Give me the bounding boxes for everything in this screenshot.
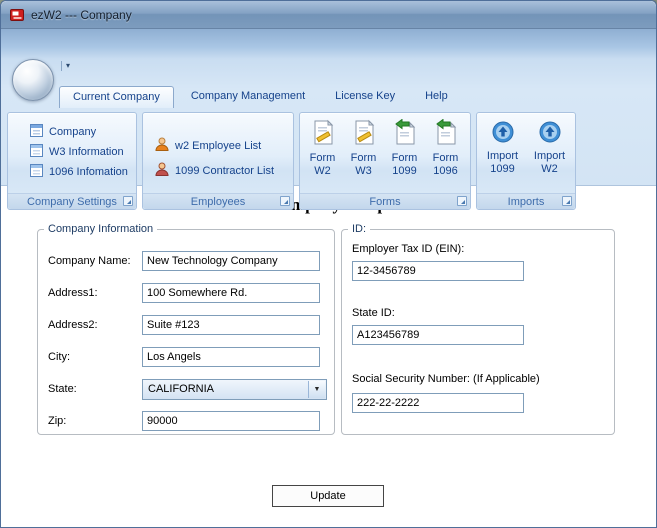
group-caption-label: Forms xyxy=(369,195,401,208)
button-label-line2: W2 xyxy=(314,165,331,177)
group-imports: Import 1099 Import W2 Imports xyxy=(476,112,576,210)
button-label-line1: Form xyxy=(309,152,336,164)
state-select-value: CALIFORNIA xyxy=(148,383,215,395)
qat-separator xyxy=(61,61,62,71)
update-button[interactable]: Update xyxy=(272,485,384,507)
tab-current-company[interactable]: Current Company xyxy=(59,86,174,108)
button-label-line2: 1099 xyxy=(490,163,515,175)
button-label-line1: Import xyxy=(486,150,519,162)
ribbon: ▾ Current Company Company Management Lic… xyxy=(1,29,656,210)
import-1099-button[interactable]: Import 1099 xyxy=(479,117,526,176)
company-setup-panel: Company Setup Company Information Compan… xyxy=(1,187,656,527)
chevron-down-icon[interactable]: ▾ xyxy=(66,62,70,70)
button-label: w2 Employee List xyxy=(175,139,262,152)
employee-person-icon xyxy=(155,137,169,154)
address2-label: Address2: xyxy=(48,319,98,331)
company-information-groupbox: Company Information Company Name: Addres… xyxy=(37,223,335,435)
dialog-launcher-icon[interactable] xyxy=(123,196,133,206)
application-orb-button[interactable] xyxy=(12,59,54,101)
group-company-settings: Company W3 Information 1096 Infomation C… xyxy=(7,112,137,210)
group-caption-label: Imports xyxy=(507,195,545,208)
tab-license-key[interactable]: License Key xyxy=(322,86,408,108)
dialog-launcher-icon[interactable] xyxy=(280,196,290,206)
chevron-down-icon[interactable]: ▼ xyxy=(308,381,325,398)
ein-label: Employer Tax ID (EIN): xyxy=(352,243,465,255)
group-caption-label: Company Settings xyxy=(27,195,117,208)
ribbon-tab-strip: Current Company Company Management Licen… xyxy=(59,86,461,108)
form-w3-button[interactable]: Form W3 xyxy=(343,117,384,178)
group-caption-company-settings: Company Settings xyxy=(8,193,136,209)
button-label-line2: 1099 xyxy=(392,165,417,177)
state-select[interactable]: CALIFORNIA ▼ xyxy=(142,379,327,400)
button-label-line2: W3 xyxy=(355,165,372,177)
import-w2-button[interactable]: Import W2 xyxy=(526,117,573,176)
w2-employee-list-button[interactable]: w2 Employee List xyxy=(143,133,293,158)
state-id-label: State ID: xyxy=(352,307,395,319)
company-information-legend: Company Information xyxy=(48,223,154,235)
id-groupbox: ID: Employer Tax ID (EIN): State ID: Soc… xyxy=(341,223,615,435)
company-name-input[interactable] xyxy=(142,251,320,271)
form-w2-button[interactable]: Form W2 xyxy=(302,117,343,178)
1096-doc-icon xyxy=(30,164,43,180)
form-page-pencil-icon xyxy=(351,119,377,152)
window-title: ezW2 --- Company xyxy=(31,8,132,22)
city-label: City: xyxy=(48,351,70,363)
group-caption-employees: Employees xyxy=(143,193,293,209)
group-caption-imports: Imports xyxy=(477,193,575,209)
group-employees: w2 Employee List 1099 Contractor List Em… xyxy=(142,112,294,210)
form-page-pencil-icon xyxy=(310,119,336,152)
title-bar: ezW2 --- Company xyxy=(1,1,656,29)
ssn-label: Social Security Number: (If Applicable) xyxy=(352,373,540,385)
ein-input[interactable] xyxy=(352,261,524,281)
state-id-input[interactable] xyxy=(352,325,524,345)
button-label-line1: Form xyxy=(432,152,459,164)
quick-access-toolbar[interactable]: ▾ xyxy=(61,61,70,71)
form-1096-button[interactable]: Form 1096 xyxy=(425,117,466,178)
tab-company-management[interactable]: Company Management xyxy=(178,86,318,108)
contractor-person-icon xyxy=(155,162,169,179)
import-arrow-icon xyxy=(538,119,562,150)
ssn-input[interactable] xyxy=(352,393,524,413)
button-label-line1: Form xyxy=(391,152,418,164)
sidebar-item-label: Company xyxy=(49,126,97,138)
id-legend: ID: xyxy=(352,223,367,235)
1099-contractor-list-button[interactable]: 1099 Contractor List xyxy=(143,158,293,183)
sidebar-item-label: W3 Information xyxy=(49,146,124,158)
button-label-line1: Form xyxy=(350,152,377,164)
w3-doc-icon xyxy=(30,144,43,160)
form-page-arrow-icon xyxy=(433,118,459,152)
button-label-line2: 1096 xyxy=(433,165,458,177)
button-label: 1099 Contractor List xyxy=(175,164,275,177)
city-input[interactable] xyxy=(142,347,320,367)
sidebar-item-1096-information[interactable]: 1096 Infomation xyxy=(8,162,136,182)
ribbon-groups: Company W3 Information 1096 Infomation C… xyxy=(7,112,576,210)
sidebar-item-w3-information[interactable]: W3 Information xyxy=(8,142,136,162)
company-doc-icon xyxy=(30,124,43,140)
zip-label: Zip: xyxy=(48,415,67,427)
group-forms: Form W2 Form W3 Form 1099 Form 1096 Form… xyxy=(299,112,471,210)
group-caption-label: Employees xyxy=(190,195,246,208)
button-label-line1: Import xyxy=(533,150,566,162)
tab-help[interactable]: Help xyxy=(412,86,461,108)
form-1099-button[interactable]: Form 1099 xyxy=(384,117,425,178)
application-window: ezW2 --- Company ▾ Current Company Compa… xyxy=(0,0,657,528)
zip-input[interactable] xyxy=(142,411,320,431)
button-label-line2: W2 xyxy=(541,163,558,175)
group-caption-forms: Forms xyxy=(300,193,470,209)
address1-label: Address1: xyxy=(48,287,98,299)
company-name-label: Company Name: xyxy=(48,255,131,267)
app-icon xyxy=(10,8,24,22)
form-page-arrow-icon xyxy=(392,118,418,152)
address2-input[interactable] xyxy=(142,315,320,335)
dialog-launcher-icon[interactable] xyxy=(457,196,467,206)
address1-input[interactable] xyxy=(142,283,320,303)
sidebar-item-label: 1096 Infomation xyxy=(49,166,128,178)
import-arrow-icon xyxy=(491,119,515,150)
sidebar-item-company[interactable]: Company xyxy=(8,122,136,142)
dialog-launcher-icon[interactable] xyxy=(562,196,572,206)
state-label: State: xyxy=(48,383,77,395)
